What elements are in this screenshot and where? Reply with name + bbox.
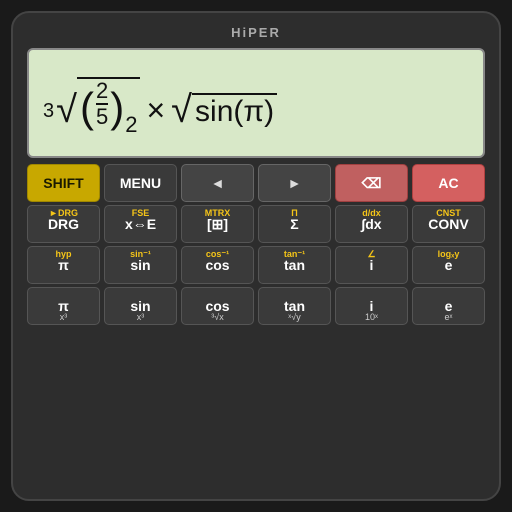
mtrx-top: MTRX	[205, 208, 231, 218]
cbrt-radical: √	[56, 91, 77, 129]
backspace-label: ⌫	[362, 175, 382, 192]
ac-button[interactable]: AC	[412, 164, 485, 202]
shift-button[interactable]: SHIFT	[27, 164, 100, 202]
cnst-top: CNST	[436, 208, 461, 218]
conv-label: CONV	[428, 216, 468, 232]
row-3: hyp π sin⁻¹ sin cos⁻¹ cos tan⁻¹ tan ∠ i …	[27, 246, 485, 284]
i2-button[interactable]: i 10ˣ	[335, 287, 408, 325]
drg-label: DRG	[48, 216, 79, 232]
close-paren: )	[110, 87, 124, 129]
cos2-button[interactable]: cos ³√x	[181, 287, 254, 325]
tan2-button[interactable]: tan ˣ√y	[258, 287, 331, 325]
sin-inv-top: sin⁻¹	[130, 249, 151, 260]
hyp-button[interactable]: hyp π	[27, 246, 100, 284]
logy-label: e	[445, 257, 453, 273]
brand-label: HiPER	[27, 25, 485, 40]
intdx-label: ∫dx	[361, 216, 381, 232]
menu-label: MENU	[120, 175, 161, 191]
fraction: 2 5	[96, 79, 108, 129]
intdx-button[interactable]: d/dx ∫dx	[335, 205, 408, 243]
row-control: SHIFT MENU ◄ ► ⌫ AC	[27, 164, 485, 202]
button-area: SHIFT MENU ◄ ► ⌫ AC ►DRG DRG	[27, 164, 485, 325]
drg-top: ►DRG	[49, 208, 78, 218]
ddx-top: d/dx	[362, 208, 381, 218]
hyp-label: π	[58, 257, 69, 273]
fse-top: FSE	[132, 208, 150, 218]
fse-button[interactable]: FSE x⇔E	[104, 205, 177, 243]
pi-sub: x³	[60, 312, 68, 322]
menu-button[interactable]: MENU	[104, 164, 177, 202]
cbrt-inner: ( 2 5 ) 2	[77, 77, 141, 129]
logy-top: logₓy	[438, 249, 460, 259]
pi-button[interactable]: π x³	[27, 287, 100, 325]
cbrt-expr: 3 √ ( 2 5 ) 2	[43, 77, 140, 129]
sqrt2-inner: sin(π)	[192, 93, 277, 129]
fse-label: x⇔E	[125, 216, 156, 232]
sum-label: Σ	[290, 216, 298, 232]
cos-inv-top: cos⁻¹	[206, 249, 229, 260]
shift-label: SHIFT	[43, 175, 83, 191]
e2-button[interactable]: e eˣ	[412, 287, 485, 325]
hyp-top: hyp	[55, 249, 71, 259]
i2-sub: 10ˣ	[365, 312, 378, 322]
backspace-button[interactable]: ⌫	[335, 164, 408, 202]
sqrt2-expr: √ sin(π)	[171, 91, 277, 129]
sin2-sub: x³	[137, 312, 145, 322]
sin-text: sin(π)	[195, 95, 274, 129]
sum-button[interactable]: Π Σ	[258, 205, 331, 243]
right-button[interactable]: ►	[258, 164, 331, 202]
conv-button[interactable]: CNST CONV	[412, 205, 485, 243]
mtrx-label: [⊞]	[207, 216, 228, 233]
cbrt-index: 3	[43, 100, 54, 123]
cos2-sub: ³√x	[211, 312, 223, 322]
sin-button[interactable]: sin⁻¹ sin	[104, 246, 177, 284]
display-screen: 3 √ ( 2 5 ) 2 × √	[27, 48, 485, 158]
angle-top: ∠	[367, 249, 375, 260]
left-button[interactable]: ◄	[181, 164, 254, 202]
row-4: π x³ sin x³ cos ³√x tan ˣ√y i 10ˣ e eˣ	[27, 287, 485, 325]
tan-inv-top: tan⁻¹	[284, 249, 305, 260]
e2-sub: eˣ	[445, 312, 453, 322]
row-2: ►DRG DRG FSE x⇔E MTRX [⊞] Π Σ d/dx ∫dx C…	[27, 205, 485, 243]
tan-button[interactable]: tan⁻¹ tan	[258, 246, 331, 284]
cos-button[interactable]: cos⁻¹ cos	[181, 246, 254, 284]
logy-button[interactable]: logₓy e	[412, 246, 485, 284]
left-label: ◄	[211, 175, 225, 191]
tan2-sub: ˣ√y	[288, 312, 300, 322]
right-label: ►	[288, 175, 302, 191]
open-paren: (	[80, 87, 94, 129]
sqrt2-radical: √	[171, 91, 192, 129]
drg-button[interactable]: ►DRG DRG	[27, 205, 100, 243]
pi-top: Π	[291, 208, 298, 218]
ac-label: AC	[438, 175, 458, 191]
calculator: HiPER 3 √ ( 2 5 ) 2 ×	[11, 11, 501, 501]
angle-button[interactable]: ∠ i	[335, 246, 408, 284]
display-expression: 3 √ ( 2 5 ) 2 × √	[43, 77, 277, 129]
mtrx-button[interactable]: MTRX [⊞]	[181, 205, 254, 243]
times-symbol: ×	[146, 92, 165, 129]
sin2-button[interactable]: sin x³	[104, 287, 177, 325]
